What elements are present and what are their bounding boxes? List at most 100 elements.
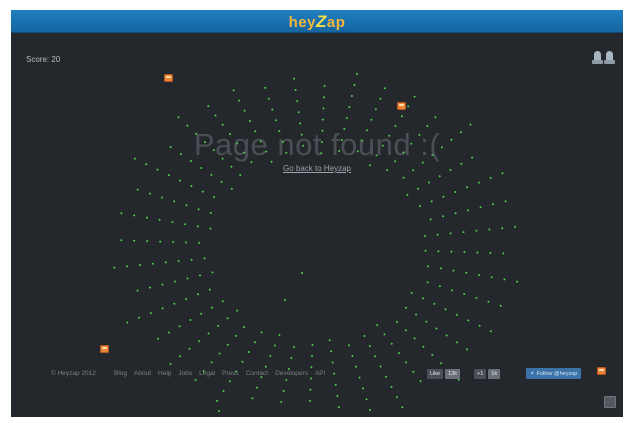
bullet	[351, 355, 354, 357]
bullet	[207, 105, 210, 108]
bullet	[299, 122, 302, 125]
like-button[interactable]: Like	[427, 368, 444, 379]
bullet	[434, 116, 437, 119]
bullet	[167, 331, 170, 334]
bullet	[489, 176, 492, 179]
bullet	[404, 306, 407, 309]
bullet	[148, 192, 151, 195]
bullet	[440, 146, 443, 149]
footer-link-jobs[interactable]: Jobs	[178, 370, 192, 377]
bullet	[489, 252, 492, 254]
bullet	[449, 232, 452, 235]
bullet	[179, 355, 181, 358]
footer-link-contact[interactable]: Contact	[246, 370, 268, 377]
plusone-button[interactable]: +1	[474, 368, 487, 379]
bullet	[363, 335, 366, 337]
bullet	[228, 380, 231, 383]
bullet	[139, 264, 141, 266]
bullet	[450, 250, 453, 253]
bullet	[204, 141, 206, 144]
bullet	[201, 190, 204, 193]
bullet	[217, 324, 220, 327]
bullet	[239, 174, 242, 176]
alien-invader-icon	[100, 345, 109, 353]
bullet	[353, 84, 356, 86]
bullet	[271, 108, 274, 111]
bullet	[435, 327, 438, 330]
google-plusone-widget[interactable]: +1 1k	[474, 368, 501, 379]
bullet	[226, 317, 229, 320]
bullet	[189, 319, 192, 321]
bullet	[282, 390, 285, 392]
facebook-like-widget[interactable]: Like 13k	[427, 368, 460, 379]
bullet	[321, 129, 324, 132]
bullet	[218, 410, 220, 412]
bullet	[264, 86, 267, 89]
bullet	[465, 271, 468, 274]
bullet	[133, 214, 136, 217]
bullet	[292, 346, 295, 348]
bullet-field	[113, 73, 519, 412]
bullet	[321, 118, 324, 121]
footer-link-developers[interactable]: Developers	[275, 370, 308, 377]
bullet	[210, 173, 213, 176]
bullet	[177, 116, 180, 119]
bullet	[320, 152, 323, 155]
bullet	[209, 227, 212, 230]
bullet	[417, 187, 420, 190]
bullet	[463, 251, 466, 254]
bullet	[469, 123, 472, 126]
bullet	[478, 274, 480, 276]
back-to-heyzap-link[interactable]: Go back to Heyzap	[11, 164, 623, 173]
follow-heyzap-button[interactable]: ✦ Follow @heyzap	[526, 368, 582, 379]
twitter-bird-icon: ✦	[530, 370, 535, 377]
bullet	[212, 149, 215, 152]
bullet	[444, 308, 447, 311]
bullet	[516, 280, 519, 283]
bullet	[136, 289, 139, 292]
bullet	[395, 396, 398, 399]
bullet	[439, 267, 442, 270]
bullet	[242, 326, 245, 329]
bullet	[265, 150, 268, 153]
bullet	[208, 288, 211, 291]
bullet	[390, 385, 393, 388]
bullet	[343, 128, 346, 130]
bullet	[426, 281, 429, 284]
bullet	[340, 139, 343, 141]
bullet	[350, 95, 353, 97]
footer-link-blog[interactable]: Blog	[114, 370, 127, 377]
footer-link-about[interactable]: About	[134, 370, 151, 377]
bullet	[427, 181, 430, 184]
bullet	[415, 313, 418, 316]
bullet	[221, 300, 224, 303]
bullet	[172, 241, 175, 243]
bullet	[188, 347, 191, 350]
bullet	[410, 142, 413, 145]
bullet	[459, 131, 462, 134]
bullet	[226, 343, 229, 346]
bullet	[197, 293, 199, 296]
bullet	[241, 360, 244, 363]
fullscreen-icon[interactable]	[604, 396, 616, 408]
bullet	[436, 233, 439, 236]
bullet	[302, 144, 305, 147]
bullet	[361, 139, 364, 142]
bullet	[159, 240, 162, 243]
bullet	[255, 386, 258, 389]
footer-link-api[interactable]: API	[315, 370, 325, 377]
footer-link-press[interactable]: Press	[222, 370, 239, 377]
bullet	[220, 180, 223, 183]
bullet	[199, 274, 201, 277]
bullet	[186, 124, 189, 127]
footer-link-help[interactable]: Help	[158, 370, 171, 377]
bullet	[504, 200, 507, 203]
bullet	[454, 191, 457, 193]
bullet	[169, 146, 172, 149]
bullet	[260, 331, 263, 334]
bullet	[120, 212, 123, 215]
bullet	[488, 228, 491, 231]
footer-link-legal[interactable]: Legal	[199, 370, 215, 377]
bullet	[167, 174, 170, 177]
bullet	[311, 355, 313, 358]
